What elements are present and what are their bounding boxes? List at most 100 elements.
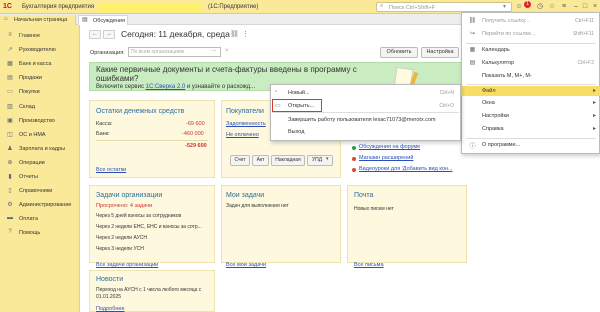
upd-button[interactable]: УПД: [307, 155, 333, 166]
news-more-link[interactable]: Подробнее: [96, 306, 125, 312]
sidebar-item-5[interactable]: ▥ Склад: [0, 100, 80, 114]
sidebar-item-13[interactable]: ▬ Оплата: [0, 212, 80, 226]
sidebar-item-12[interactable]: ⚙ Администрирование: [0, 198, 80, 212]
tab-home-label: Начальная страница: [14, 17, 68, 23]
global-search-input[interactable]: Поиск Ctrl+Shift+F: [376, 2, 512, 12]
sidebar-item-8[interactable]: ♟ Зарплата и кадры: [0, 142, 80, 156]
sidebar-item-7[interactable]: ◫ ОС и НМА: [0, 128, 80, 142]
act-button[interactable]: Акт: [252, 155, 269, 166]
menu-item-label: Файл: [482, 88, 496, 94]
main-menu-item-9[interactable]: ⓘ О программе...: [461, 140, 600, 150]
chevron-right-icon: ▸: [592, 113, 596, 119]
task-item[interactable]: Через 2 недели ЕНС, ЕНС и взносы за сотр…: [96, 224, 202, 230]
divider: [96, 140, 208, 141]
home-icon: ⌂: [4, 16, 8, 22]
main-menu-item-2[interactable]: ▦ Календарь: [461, 45, 600, 55]
menu-icon[interactable]: ≡: [559, 2, 569, 12]
chart-icon: ↗: [7, 47, 13, 54]
mail-title: Почта: [354, 192, 374, 199]
favorites-icon[interactable]: ☆: [547, 2, 557, 12]
all-my-tasks-link[interactable]: Все мои задачи: [226, 262, 266, 268]
menu-item-label: Справка: [482, 126, 504, 132]
main-menu-item-7[interactable]: Настройки ▸: [461, 111, 600, 121]
sidebar-item-label: Склад: [19, 103, 35, 110]
unpaid-link[interactable]: Не оплачено: [226, 132, 259, 138]
news-title: Новости: [96, 276, 124, 283]
menu-item-shortcut: Ctrl+F11: [575, 18, 594, 24]
menu-separator: [466, 43, 596, 44]
sidebar-item-2[interactable]: ▦ Банк и касса: [0, 57, 80, 71]
assets-icon: ◫: [7, 131, 13, 138]
menu-item-label: Календарь: [482, 47, 510, 53]
news-text: Переход на АУСН с 1 числа любого месяца …: [96, 287, 202, 300]
my-tasks-empty: Задач для выполнения нет: [226, 203, 289, 209]
task-item[interactable]: Через 3 недели УСН: [96, 246, 144, 252]
history-icon[interactable]: ◷: [535, 2, 545, 12]
forward-button[interactable]: →: [103, 30, 115, 39]
tab-home[interactable]: Начальная страница: [0, 15, 76, 25]
back-button[interactable]: ←: [89, 30, 101, 39]
menu-separator: [272, 112, 459, 113]
clear-icon[interactable]: ×: [225, 48, 229, 54]
refresh-button[interactable]: Обновить: [380, 47, 418, 58]
sidebar-item-10[interactable]: ▮ Отчеты: [0, 170, 80, 184]
all-mail-link[interactable]: Все письма: [354, 262, 384, 268]
sidebar-item-4[interactable]: ▭ Покупки: [0, 85, 80, 99]
main-menu-item-5[interactable]: Файл ▸: [461, 86, 600, 96]
all-org-tasks-link[interactable]: Все задачи организации: [96, 262, 158, 268]
select-dropdown-icon[interactable]: …: [211, 47, 217, 53]
main-menu-item-0[interactable]: ⛓ Получить ссылку... Ctrl+F11: [461, 16, 600, 26]
organization-input[interactable]: По всем организациям: [128, 47, 221, 57]
file-menu-item-3[interactable]: Выход: [270, 126, 461, 138]
sidebar-item-label: Оплата: [19, 216, 38, 223]
task-item[interactable]: Через 5 дней взносы за сотрудников: [96, 213, 181, 219]
user-icon[interactable]: ☺: [514, 2, 524, 12]
task-item[interactable]: Через 2 недели АУСН: [96, 235, 147, 241]
sidebar-item-14[interactable]: ? Помощь: [0, 226, 80, 240]
invoice-button[interactable]: Счет: [230, 155, 250, 166]
notification-badge[interactable]: 1: [524, 1, 531, 8]
menu-item-label: Настройки: [482, 113, 509, 119]
menu-item-label: О программе...: [482, 142, 521, 148]
search-dropdown-icon[interactable]: ▾: [503, 3, 506, 10]
main-menu-item-4[interactable]: Показать М, М+, М-: [461, 71, 600, 81]
main-menu-item-8[interactable]: Справка ▸: [461, 124, 600, 134]
file-menu-item-0[interactable]: ▫ Новый... Ctrl+N: [270, 87, 461, 99]
settings-button[interactable]: Настройка: [421, 47, 459, 58]
sidebar-item-1[interactable]: ↗ Руководителю: [0, 43, 80, 57]
extensions-store-link[interactable]: Магазин расширений: [359, 155, 413, 161]
menu-item-label: Окна: [482, 100, 495, 106]
all-balances-link[interactable]: Все остатки: [96, 167, 126, 173]
sidebar-item-0[interactable]: ≡ Главное: [0, 29, 80, 43]
sidebar-item-label: Банк и касса: [19, 61, 52, 68]
overdue-tasks[interactable]: Просрочено: 4 задачи: [96, 203, 152, 209]
basket-icon: ▭: [7, 89, 13, 96]
organization-label: Организация:: [90, 50, 125, 56]
sidebar-item-9[interactable]: ⊕ Операции: [0, 156, 80, 170]
sidebar-item-11[interactable]: ▯ Справочники: [0, 184, 80, 198]
tasks-panel-title: Задачи организации: [96, 192, 163, 199]
sidebar-item-label: Зарплата и кадры: [19, 145, 66, 152]
menu-item-label: Перейти по ссылке...: [482, 31, 536, 37]
forum-link[interactable]: Обсуждения на форуме: [359, 144, 420, 150]
waybill-button[interactable]: Накладная: [271, 155, 305, 166]
sidebar-item-6[interactable]: ▣ Производство: [0, 114, 80, 128]
file-menu-item-2[interactable]: Завершить работу пользователя lexac71073…: [270, 114, 461, 126]
video-lessons-link[interactable]: Видеоуроки для 'Добавить вид кон...: [359, 166, 453, 172]
link-icon[interactable]: ⛓: [230, 30, 239, 38]
main-menu-item-3[interactable]: ▤ Калькулятор Ctrl+F2: [461, 58, 600, 68]
chevron-right-icon: ▸: [592, 100, 596, 106]
chevron-down-icon[interactable]: ▾: [326, 156, 329, 162]
debt-link[interactable]: Задолженность: [226, 121, 266, 127]
new-file-icon: ▫: [275, 89, 278, 95]
close-icon[interactable]: ×: [590, 2, 600, 12]
main-menu-item-6[interactable]: Окна ▸: [461, 98, 600, 108]
sidebar-item-3[interactable]: ▤ Продажи: [0, 71, 80, 85]
sidebar-item-label: Главное: [19, 33, 41, 39]
more-icon[interactable]: ⋮: [242, 30, 249, 38]
cash-value: -69 600: [186, 121, 205, 127]
main-menu-item-1[interactable]: ↪ Перейти по ссылке... Shift+F11: [461, 29, 600, 39]
banner-link[interactable]: 1С:Сверка 2.0: [146, 84, 186, 90]
calculator-icon: ▤: [469, 60, 476, 66]
maximize-icon[interactable]: □: [580, 2, 590, 12]
